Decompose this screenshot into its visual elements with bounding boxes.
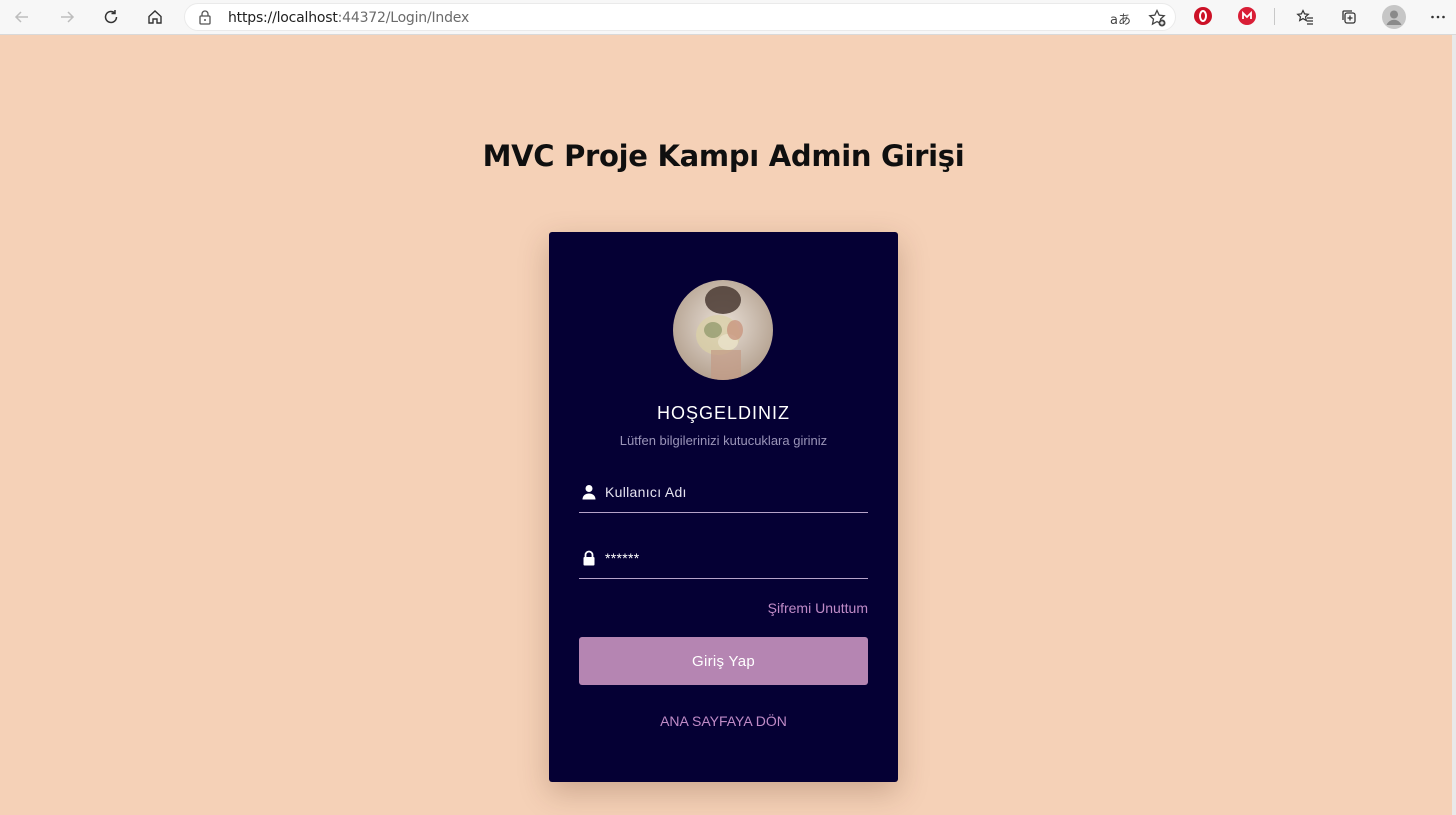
url-path: :44372/Login/Index	[337, 10, 470, 26]
forgot-password-link[interactable]: Şifremi Unuttum	[768, 600, 868, 616]
add-favorite-icon[interactable]	[1147, 8, 1167, 28]
user-icon	[582, 485, 596, 500]
opera-extension-icon[interactable]	[1194, 7, 1212, 25]
browser-toolbar: https://localhost:44372/Login/Index aあ	[0, 0, 1456, 35]
back-arrow-icon[interactable]	[6, 1, 38, 33]
forward-arrow-icon[interactable]	[51, 1, 83, 33]
mega-extension-icon[interactable]	[1238, 7, 1256, 25]
url-text[interactable]: https://localhost:44372/Login/Index	[228, 10, 469, 26]
page-title: MVC Proje Kampı Admin Girişi	[482, 139, 965, 173]
read-aloud-icon[interactable]: aあ	[1110, 9, 1131, 28]
collections-icon[interactable]	[1333, 1, 1365, 33]
welcome-subtitle: Lütfen bilgilerinizi kutucuklara giriniz	[619, 433, 828, 448]
login-button[interactable]: Giriş Yap	[579, 637, 868, 685]
username-field	[579, 473, 868, 513]
user-avatar	[673, 280, 773, 380]
lock-icon	[583, 550, 595, 566]
favorites-icon[interactable]	[1289, 1, 1321, 33]
back-to-home-link[interactable]: ANA SAYFAYA DÖN	[549, 713, 898, 729]
home-icon[interactable]	[139, 1, 171, 33]
password-field	[579, 539, 868, 579]
more-options-icon[interactable]	[1422, 1, 1454, 33]
username-input[interactable]	[605, 473, 865, 511]
address-bar[interactable]: https://localhost:44372/Login/Index aあ	[184, 3, 1176, 31]
url-host: https://localhost	[228, 10, 338, 26]
profile-avatar-icon[interactable]	[1378, 1, 1410, 33]
lock-icon[interactable]	[197, 9, 213, 25]
welcome-heading: HOŞGELDINIZ	[656, 403, 791, 423]
password-input[interactable]	[605, 539, 865, 577]
refresh-icon[interactable]	[95, 1, 127, 33]
login-card: HOŞGELDINIZ Lütfen bilgilerinizi kutucuk…	[549, 232, 898, 782]
toolbar-divider	[1274, 8, 1275, 25]
page-scrollbar[interactable]	[1452, 35, 1456, 815]
